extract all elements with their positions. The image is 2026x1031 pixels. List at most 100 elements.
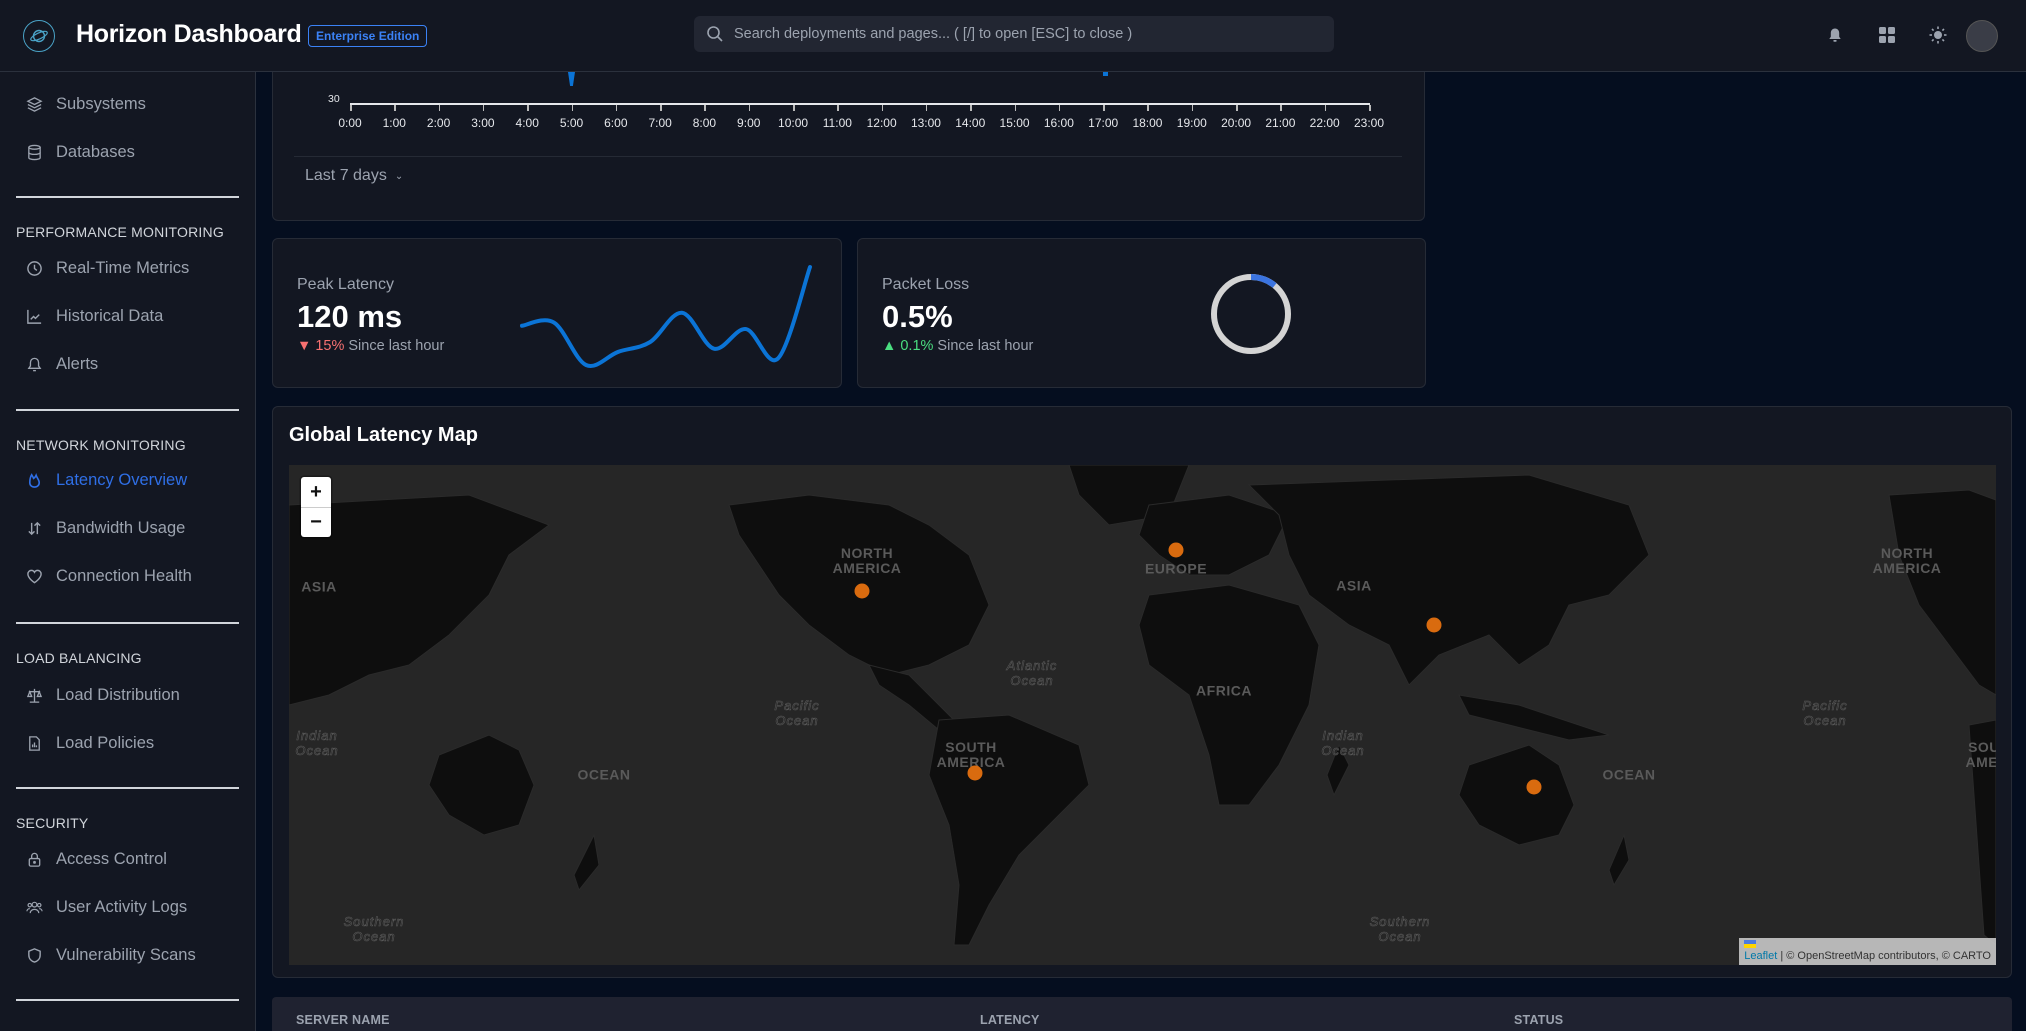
- database-icon: [24, 142, 44, 162]
- world-map[interactable]: ASIA NORTH AMERICA EUROPE ASIA NORTH AMERICA AF…: [289, 465, 1996, 965]
- sidebar-item-historical-data[interactable]: Historical Data: [24, 300, 163, 332]
- x-tick-label: 11:00: [822, 116, 852, 130]
- leaflet-link[interactable]: Leaflet: [1744, 950, 1777, 962]
- sidebar-item-load-policies[interactable]: Load Policies: [24, 727, 154, 759]
- sidebar-item-label: Vulnerability Scans: [56, 945, 196, 964]
- x-tick: [1103, 105, 1105, 111]
- heart-icon: [24, 566, 44, 586]
- x-tick: [615, 105, 618, 111]
- sidebar-item-load-distribution[interactable]: Load Distribution: [24, 679, 180, 711]
- x-tick-label: 10:00: [778, 116, 809, 130]
- zoom-in-button[interactable]: +: [301, 477, 331, 507]
- x-tick: [394, 105, 396, 111]
- lock-icon: [24, 849, 44, 869]
- page-scrollbar[interactable]: [2014, 72, 2026, 1031]
- column-header-latency[interactable]: LATENCY: [980, 1013, 1040, 1027]
- x-tick: [1058, 105, 1061, 111]
- x-tick: [793, 105, 795, 111]
- sidebar-item-label: Load Policies: [56, 733, 155, 752]
- x-tick: [970, 105, 972, 111]
- latency-sparkline: [520, 265, 812, 368]
- arrows-up-down-icon: [24, 518, 44, 538]
- sidebar-item-real-time-metrics[interactable]: Real-Time Metrics: [24, 252, 189, 284]
- search-bar[interactable]: [694, 16, 1334, 52]
- map-title: Global Latency Map: [289, 424, 478, 446]
- x-tick: [660, 105, 662, 111]
- y-tick-label: 30: [328, 93, 340, 105]
- sidebar-item-label: Databases: [56, 142, 135, 161]
- x-tick-label: 2:00: [426, 116, 451, 130]
- gauge-track: [1211, 274, 1291, 354]
- x-tick-label: 7:00: [648, 116, 672, 130]
- sidebar-item-bandwidth-usage[interactable]: Bandwidth Usage: [24, 512, 185, 544]
- x-tick: [1147, 105, 1149, 111]
- time-range-select[interactable]: Last 7 days ⌄: [305, 167, 403, 185]
- x-tick: [1280, 105, 1282, 111]
- x-tick-label: 5:00: [559, 116, 584, 130]
- stat-delta: ▲ 0.1% Since last hour: [882, 338, 1033, 354]
- x-tick: [527, 105, 529, 111]
- zoom-out-button[interactable]: −: [301, 507, 331, 537]
- users-icon: [24, 897, 44, 917]
- sidebar-item-alerts[interactable]: Alerts: [24, 348, 98, 380]
- shield-icon: [24, 945, 44, 965]
- sidebar-item-databases[interactable]: Databases: [24, 136, 135, 168]
- x-tick: [482, 105, 485, 111]
- grid-icon[interactable]: [1876, 24, 1898, 46]
- delta-suffix: Since last hour: [937, 338, 1034, 354]
- x-tick: [1191, 105, 1194, 111]
- ocean-label: Indian Ocean: [295, 728, 339, 759]
- x-tick-label: 13:00: [910, 116, 941, 130]
- ocean-label: Pacific Ocean: [774, 698, 820, 729]
- divider: [16, 999, 239, 1001]
- divider: [16, 787, 239, 789]
- sidebar-item-connection-health[interactable]: Connection Health: [24, 560, 192, 592]
- avatar[interactable]: [1966, 20, 1998, 52]
- server-marker-south-america[interactable]: [967, 765, 983, 781]
- bell-icon[interactable]: [1824, 24, 1846, 46]
- sidebar-item-user-activity-logs[interactable]: User Activity Logs: [24, 891, 187, 923]
- sidebar-item-label: Subsystems: [56, 94, 146, 113]
- x-tick-label: 6:00: [604, 116, 628, 130]
- chevron-down-icon: ⌄: [394, 170, 404, 182]
- column-header-status[interactable]: STATUS: [1514, 1013, 1563, 1027]
- continent-label: ASIA: [301, 578, 337, 595]
- server-marker-australia[interactable]: [1526, 779, 1542, 795]
- section-title: NETWORK MONITORING: [16, 437, 186, 453]
- x-tick-label: 12:00: [866, 116, 897, 130]
- logo-icon[interactable]: [23, 20, 55, 52]
- sidebar-item-subsystems[interactable]: Subsystems: [24, 88, 146, 120]
- x-tick-label: 9:00: [737, 116, 761, 130]
- sun-icon[interactable]: [1927, 24, 1949, 46]
- server-marker-europe[interactable]: [1168, 542, 1184, 558]
- x-tick: [748, 105, 751, 111]
- server-marker-asia[interactable]: [1426, 617, 1442, 633]
- sidebar-item-label: Load Distribution: [56, 685, 180, 704]
- section-title: PERFORMANCE MONITORING: [16, 224, 224, 240]
- divider: [294, 156, 1402, 157]
- column-header-server-name[interactable]: SERVER NAME: [296, 1013, 390, 1027]
- sidebar-item-access-control[interactable]: Access Control: [24, 843, 167, 875]
- sidebar-item-latency-overview[interactable]: Latency Overview: [24, 464, 187, 496]
- ocean-label: Pacific Ocean: [1802, 698, 1848, 729]
- global-latency-map-card: Global Latency Map ASIA NORTH AMERICA EU…: [272, 406, 2012, 978]
- map-land: [289, 465, 1996, 946]
- chart-line-icon: [24, 306, 44, 326]
- server-marker-north-america[interactable]: [854, 583, 870, 599]
- search-icon: [707, 26, 723, 42]
- x-tick-label: 20:00: [1221, 116, 1252, 130]
- sidebar-item-vulnerability-scans[interactable]: Vulnerability Scans: [24, 939, 196, 971]
- map-zoom-control: + −: [301, 477, 331, 537]
- x-tick-label: 21:00: [1265, 116, 1296, 130]
- ocean-label: Indian Ocean: [1321, 728, 1365, 759]
- x-tick-label: 14:00: [955, 116, 986, 130]
- app-title: Horizon Dashboard: [76, 20, 302, 48]
- delta-value: 0.1%: [900, 338, 934, 354]
- packet-loss-card: Packet Loss 0.5% ▲ 0.1% Since last hour: [857, 238, 1426, 388]
- chart-point: [1103, 72, 1108, 76]
- bell-icon: [24, 354, 44, 374]
- top-header: Horizon Dashboard Enterprise Edition: [0, 0, 2026, 72]
- divider: [16, 409, 239, 411]
- search-input[interactable]: [734, 26, 1314, 42]
- scale-icon: [24, 685, 44, 705]
